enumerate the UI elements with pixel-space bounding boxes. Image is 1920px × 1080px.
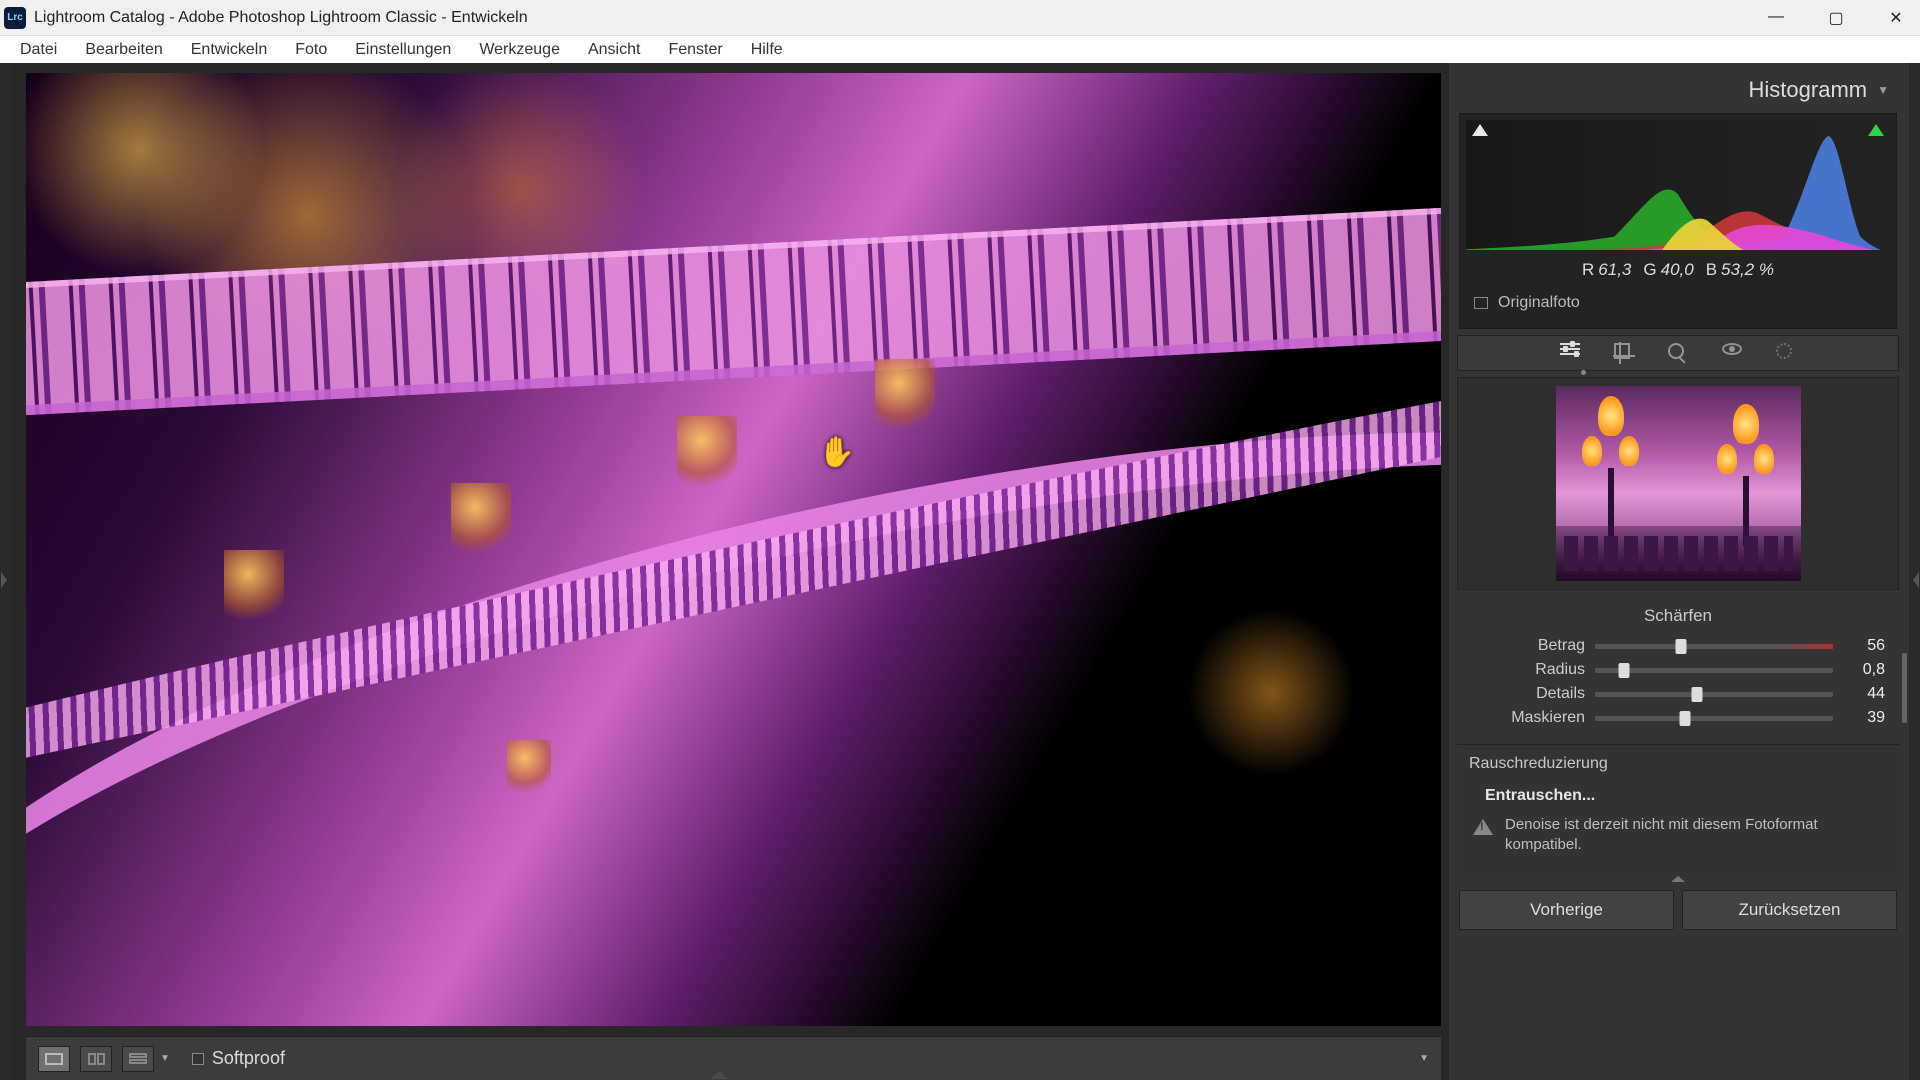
healing-tool-icon[interactable] — [1668, 343, 1688, 363]
right-panel-collapsed-toggle[interactable] — [1909, 63, 1920, 1080]
sharpen-radius-slider[interactable] — [1595, 668, 1833, 673]
b-label: B — [1706, 260, 1717, 279]
right-panel: Histogramm ▼ R61,3 G 40,0 B53,2 % — [1449, 63, 1909, 1080]
sharpen-detail-slider[interactable] — [1595, 692, 1833, 697]
menu-fenster[interactable]: Fenster — [654, 37, 736, 63]
softproof-toggle[interactable]: Softproof — [192, 1048, 285, 1069]
denoise-button[interactable]: Entrauschen... — [1485, 787, 1887, 805]
view-mode-dropdown-icon[interactable]: ▼ — [160, 1053, 170, 1064]
r-value: 61,3 — [1598, 260, 1631, 279]
sharpen-radius-value[interactable]: 0,8 — [1843, 661, 1885, 679]
menu-ansicht[interactable]: Ansicht — [574, 37, 654, 63]
loupe-view-button[interactable] — [38, 1046, 70, 1072]
noise-reduction-title: Rauschreduzierung — [1469, 755, 1887, 773]
filmstrip-toggle-icon[interactable] — [710, 1071, 728, 1079]
sharpen-detail-label: Details — [1457, 685, 1585, 703]
photo-preview — [507, 740, 551, 800]
sharpen-mask-row: Maskieren 39 — [1457, 706, 1899, 730]
hand-cursor-icon: ✋ — [818, 435, 855, 470]
histogram-box: R61,3 G 40,0 B53,2 % Originalfoto — [1459, 113, 1897, 329]
sharpen-mask-slider[interactable] — [1595, 716, 1833, 721]
photo-preview — [677, 416, 737, 496]
g-value: 40,0 — [1661, 260, 1694, 279]
panel-expand-up-icon[interactable] — [1457, 874, 1899, 884]
sharpen-amount-row: Betrag 56 — [1457, 634, 1899, 658]
previous-button[interactable]: Vorherige — [1459, 890, 1674, 930]
sharpen-section-title: Schärfen — [1457, 590, 1899, 634]
menu-werkzeuge[interactable]: Werkzeuge — [465, 37, 574, 63]
histogram-title: Histogramm — [1467, 77, 1877, 103]
redeye-tool-icon[interactable] — [1722, 343, 1742, 363]
edit-sliders-tool-icon[interactable] — [1560, 343, 1580, 363]
menu-foto[interactable]: Foto — [281, 37, 341, 63]
photo-preview — [451, 483, 511, 563]
left-panel-collapsed-toggle[interactable] — [0, 63, 11, 1080]
noise-reduction-section: Rauschreduzierung Entrauschen... Denoise… — [1457, 744, 1899, 874]
menu-hilfe[interactable]: Hilfe — [737, 37, 797, 63]
denoise-warning-message: Denoise ist derzeit nicht mit diesem Fot… — [1505, 815, 1887, 856]
image-canvas[interactable]: ✋ — [26, 73, 1441, 1026]
softproof-label: Softproof — [212, 1048, 285, 1069]
tool-strip — [1457, 335, 1899, 371]
sharpen-amount-label: Betrag — [1457, 637, 1585, 655]
menubar: Datei Bearbeiten Entwickeln Foto Einstel… — [0, 35, 1920, 63]
sharpen-mask-value[interactable]: 39 — [1843, 709, 1885, 727]
menu-entwickeln[interactable]: Entwickeln — [177, 37, 281, 63]
r-label: R — [1582, 260, 1594, 279]
original-photo-label: Originalfoto — [1498, 294, 1580, 312]
window-title: Lightroom Catalog - Adobe Photoshop Ligh… — [34, 9, 528, 27]
detail-zoom-panel — [1457, 377, 1899, 590]
masking-tool-icon[interactable] — [1776, 343, 1796, 363]
pct-label: % — [1759, 260, 1774, 279]
original-photo-checkbox-icon[interactable] — [1474, 297, 1488, 309]
sharpen-amount-value[interactable]: 56 — [1843, 637, 1885, 655]
photo-preview — [224, 550, 284, 630]
histogram-graph[interactable] — [1466, 120, 1890, 250]
titlebar: Lrc Lightroom Catalog - Adobe Photoshop … — [0, 0, 1920, 35]
before-after-tb-button[interactable] — [122, 1046, 154, 1072]
bottom-toolbar: ▼ Softproof ▼ — [26, 1036, 1441, 1080]
app-icon: Lrc — [4, 7, 26, 29]
softproof-checkbox[interactable] — [192, 1053, 204, 1065]
photo-preview — [875, 359, 935, 439]
right-panel-scrollbar[interactable] — [1902, 653, 1907, 723]
minimize-button[interactable]: ― — [1766, 8, 1786, 28]
sharpen-detail-row: Details 44 — [1457, 682, 1899, 706]
g-label: G — [1643, 260, 1656, 279]
crop-tool-icon[interactable] — [1614, 343, 1634, 363]
sharpen-radius-row: Radius 0,8 — [1457, 658, 1899, 682]
sharpen-detail-value[interactable]: 44 — [1843, 685, 1885, 703]
sharpen-mask-label: Maskieren — [1457, 709, 1585, 727]
menu-datei[interactable]: Datei — [6, 37, 71, 63]
toolbar-options-dropdown-icon[interactable]: ▼ — [1419, 1053, 1429, 1064]
detail-zoom-preview[interactable] — [1556, 386, 1801, 581]
original-photo-toggle[interactable]: Originalfoto — [1466, 286, 1890, 322]
maximize-button[interactable]: ▢ — [1826, 8, 1846, 28]
reset-button[interactable]: Zurücksetzen — [1682, 890, 1897, 930]
sharpen-amount-slider[interactable] — [1595, 644, 1833, 649]
close-button[interactable]: ✕ — [1886, 8, 1906, 28]
menu-bearbeiten[interactable]: Bearbeiten — [71, 37, 176, 63]
chevron-down-icon: ▼ — [1877, 83, 1889, 97]
menu-einstellungen[interactable]: Einstellungen — [341, 37, 465, 63]
histogram-panel-header[interactable]: Histogramm ▼ — [1457, 71, 1899, 113]
before-after-lr-button[interactable] — [80, 1046, 112, 1072]
b-value: 53,2 — [1721, 260, 1754, 279]
sharpen-radius-label: Radius — [1457, 661, 1585, 679]
warning-icon — [1473, 819, 1493, 835]
rgb-readout: R61,3 G 40,0 B53,2 % — [1466, 250, 1890, 286]
